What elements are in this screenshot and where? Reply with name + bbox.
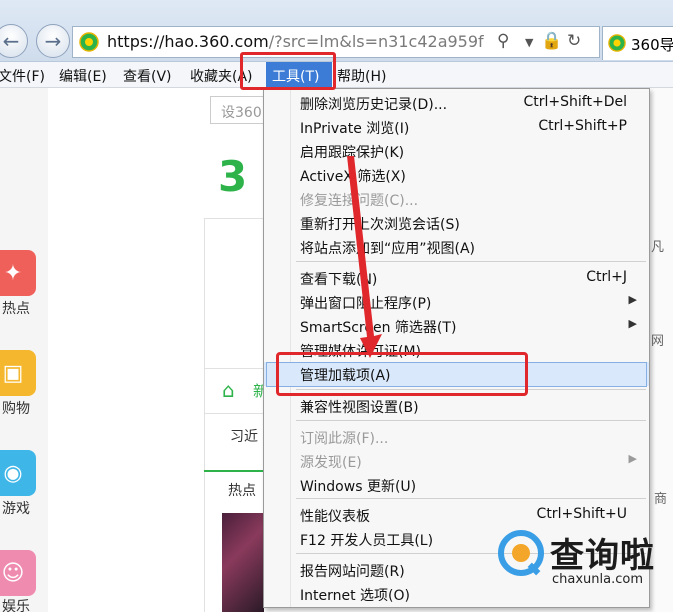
right-text-fragment: 凡	[651, 240, 665, 255]
refresh-icon[interactable]: ↻	[567, 31, 581, 51]
watermark: 查询啦 chaxunla.com	[492, 520, 673, 612]
dropdown-triangle-icon[interactable]: ▼	[525, 36, 533, 49]
menu-edit[interactable]: 编辑(E)	[59, 66, 107, 86]
menu-item-7[interactable]: 将站点添加到“应用”视图(A)	[264, 235, 649, 259]
menu-item-label: 删除浏览历史记录(D)...	[300, 97, 448, 113]
watermark-url: chaxunla.com	[552, 572, 643, 587]
rail-label-shopping[interactable]: 购物	[2, 398, 30, 418]
address-bar[interactable]: https://hao.360.com/?src=lm&ls=n31c42a95…	[72, 26, 600, 58]
rail-label-hot[interactable]: 热点	[2, 298, 30, 318]
menu-item-shortcut: Ctrl+J	[586, 269, 627, 285]
entertainment-category-tile[interactable]: ☺	[0, 550, 36, 596]
url-query: /?src=lm&ls=n31c42a959f	[268, 32, 484, 51]
menu-item-2[interactable]: InPrivate 浏览(I) Ctrl+Shift+P	[264, 115, 649, 139]
menu-item-label: InPrivate 浏览(I)	[300, 121, 410, 137]
arrow-right-icon: →	[44, 29, 62, 53]
menu-item-shortcut: Ctrl+Shift+P	[538, 118, 627, 134]
menu-item-8[interactable]: 查看下载(N) Ctrl+J	[264, 266, 649, 290]
cart-icon: ▣	[2, 360, 24, 386]
lock-icon[interactable]: 🔒	[541, 31, 562, 51]
menu-item-14: 订阅此源(F)...	[264, 425, 649, 449]
menu-item-9[interactable]: 弹出窗口阻止程序(P) ▶	[264, 290, 649, 314]
menu-item-label: 性能仪表板	[300, 509, 370, 525]
menu-file[interactable]: 文件(F)	[0, 66, 45, 86]
submenu-arrow-icon: ▶	[628, 317, 637, 330]
menu-item-4[interactable]: ActiveX 筛选(X)	[264, 163, 649, 187]
menu-item-label: 源发现(E)	[300, 455, 362, 471]
back-button[interactable]: ←	[0, 24, 28, 58]
panel-border	[204, 368, 264, 369]
watermark-logo-icon	[498, 530, 544, 576]
category-rail: ✦ 热点 ▣ 购物 ◉ 游戏 ☺ 娱乐	[0, 88, 48, 612]
right-text-fragment: 网	[651, 334, 665, 349]
manage-addons-highlight	[276, 352, 528, 396]
panel-accent	[204, 470, 264, 472]
flame-icon: ✦	[3, 260, 23, 286]
menu-item-label: 修复连接问题(C)...	[300, 193, 419, 209]
menu-separator	[296, 261, 646, 262]
shopping-category-tile[interactable]: ▣	[0, 350, 36, 396]
menu-item-15: 源发现(E) ▶	[264, 449, 649, 473]
url-text[interactable]: https://hao.360.com/?src=lm&ls=n31c42a95…	[107, 32, 484, 51]
menu-item-label: F12 开发人员工具(L)	[300, 533, 434, 549]
tab-title: 360导	[631, 36, 673, 54]
menu-separator	[296, 420, 646, 421]
menu-item-16[interactable]: Windows 更新(U)	[264, 473, 649, 497]
menu-item-13[interactable]: 兼容性视图设置(B)	[264, 394, 649, 418]
menu-item-shortcut: Ctrl+Shift+Del	[523, 94, 627, 110]
home-icon[interactable]: ⌂	[222, 378, 235, 402]
browser-tab[interactable]: 360导	[602, 26, 673, 60]
face-icon: ☺	[1, 560, 25, 586]
game-category-tile[interactable]: ◉	[0, 450, 36, 496]
menu-item-label: 报告网站问题(R)	[300, 564, 405, 580]
submenu-arrow-icon: ▶	[628, 293, 637, 306]
menu-item-3[interactable]: 启用跟踪保护(K)	[264, 139, 649, 163]
menu-item-label: 订阅此源(F)...	[300, 431, 389, 447]
rail-label-entertainment[interactable]: 娱乐	[2, 596, 30, 612]
gamepad-icon: ◉	[3, 460, 23, 486]
rail-label-games[interactable]: 游戏	[2, 498, 30, 518]
watermark-name: 查询啦	[550, 536, 655, 576]
menu-item-label: ActiveX 筛选(X)	[300, 169, 406, 185]
menu-item-5: 修复连接问题(C)...	[264, 187, 649, 211]
search-icon[interactable]: ⚲	[497, 31, 509, 51]
panel-border	[204, 413, 264, 414]
menu-item-label: 查看下载(N)	[300, 272, 378, 288]
submenu-arrow-icon: ▶	[628, 452, 637, 465]
menu-item-6[interactable]: 重新打开上次浏览会话(S)	[264, 211, 649, 235]
tab-favicon-icon	[608, 34, 626, 52]
menu-item-10[interactable]: SmartScreen 筛选器(T) ▶	[264, 314, 649, 338]
url-host: https://hao.360.com	[107, 32, 269, 51]
news-tab[interactable]: 习近	[230, 426, 258, 446]
menu-item-label: 弹出窗口阻止程序(P)	[300, 296, 432, 312]
menu-help[interactable]: 帮助(H)	[337, 66, 386, 86]
menu-view[interactable]: 查看(V)	[123, 66, 172, 86]
menu-item-label: SmartScreen 筛选器(T)	[300, 320, 457, 336]
tools-menu-highlight	[240, 52, 336, 90]
menu-item-label: 重新打开上次浏览会话(S)	[300, 217, 460, 233]
menu-item-label: 启用跟踪保护(K)	[300, 145, 405, 161]
site-logo[interactable]: 3	[218, 152, 247, 201]
address-toolbar: ← → https://hao.360.com/?src=lm&ls=n31c4…	[0, 0, 673, 62]
panel-border	[204, 218, 264, 219]
menu-item-1[interactable]: 删除浏览历史记录(D)... Ctrl+Shift+Del	[264, 91, 649, 115]
menu-item-label: 将站点添加到“应用”视图(A)	[300, 241, 476, 257]
right-text-fragment: 商	[654, 492, 668, 507]
hot-category-tile[interactable]: ✦	[0, 250, 36, 296]
menu-item-label: Internet 选项(O)	[300, 588, 410, 604]
panel-border	[204, 218, 205, 612]
forward-button[interactable]: →	[36, 24, 70, 58]
menu-item-label: Windows 更新(U)	[300, 479, 417, 495]
site-favicon-icon	[79, 32, 99, 52]
menu-item-label: 兼容性视图设置(B)	[300, 400, 419, 416]
news-thumbnail[interactable]	[222, 513, 264, 612]
hot-section-label: 热点	[228, 483, 256, 499]
arrow-left-icon: ←	[2, 29, 20, 53]
menu-separator	[296, 498, 646, 499]
menu-bar: 文件(F) 编辑(E) 查看(V) 收藏夹(A) 工具(T) 帮助(H)	[0, 62, 673, 88]
